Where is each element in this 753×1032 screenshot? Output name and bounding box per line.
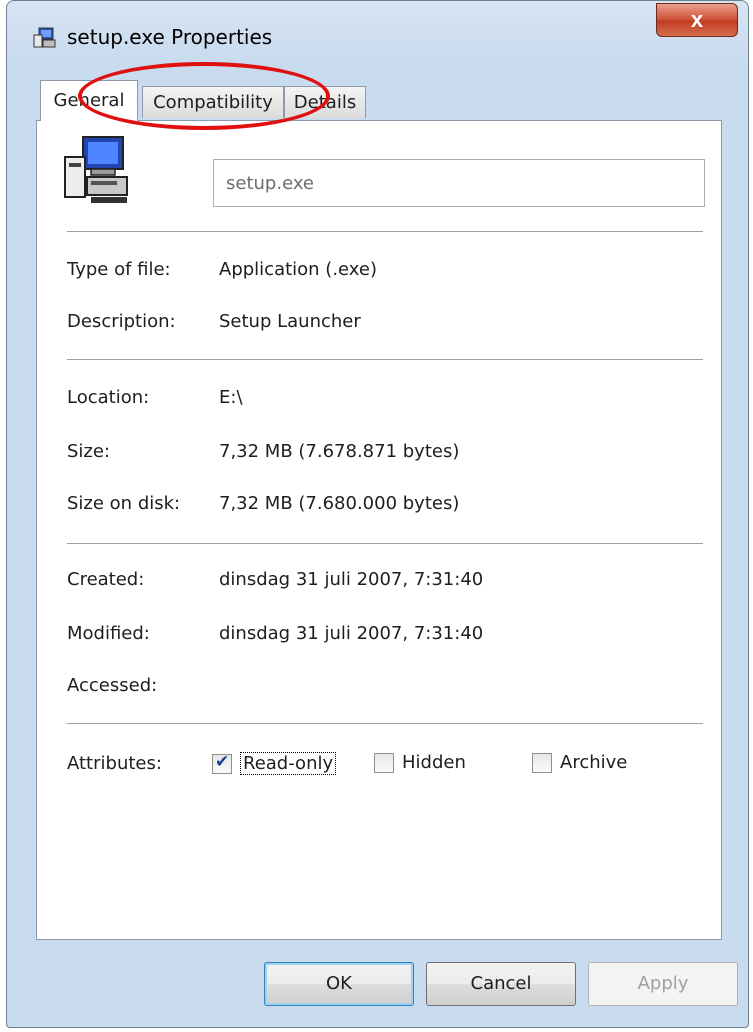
type-of-file-label: Type of file:	[67, 259, 171, 280]
location-value: E:\	[219, 387, 243, 408]
hidden-checkbox[interactable]: Hidden	[374, 752, 466, 773]
tab-details[interactable]: Details	[284, 86, 366, 118]
close-button[interactable]: x	[656, 3, 738, 37]
installer-icon	[33, 27, 56, 48]
file-name-field[interactable]	[213, 159, 705, 207]
window-title: setup.exe Properties	[67, 25, 273, 49]
size-label: Size:	[67, 441, 111, 462]
description-label: Description:	[67, 311, 176, 332]
modified-value: dinsdag 31 juli 2007, 7:31:40	[219, 623, 484, 644]
setup-computer-icon	[64, 136, 128, 203]
attributes-label: Attributes:	[67, 753, 162, 774]
separator	[67, 231, 703, 232]
tab-compatibility[interactable]: Compatibility	[142, 86, 284, 118]
close-icon: x	[690, 7, 704, 32]
archive-checkbox[interactable]: Archive	[532, 752, 627, 773]
checkbox-unchecked-icon[interactable]	[374, 752, 394, 773]
separator	[67, 543, 703, 544]
size-on-disk-label: Size on disk:	[67, 493, 181, 514]
checkbox-checked-icon[interactable]	[212, 752, 232, 774]
apply-button[interactable]: Apply	[588, 962, 738, 1006]
hidden-label: Hidden	[402, 752, 466, 773]
read-only-label: Read-only	[240, 752, 337, 775]
separator	[67, 359, 703, 360]
size-value: 7,32 MB (7.678.871 bytes)	[219, 441, 460, 462]
type-of-file-value: Application (.exe)	[219, 259, 377, 280]
size-on-disk-value: 7,32 MB (7.680.000 bytes)	[219, 493, 460, 514]
general-tab-panel: Type of file: Application (.exe) Descrip…	[36, 120, 722, 940]
archive-label: Archive	[560, 752, 628, 773]
tab-general[interactable]: General	[40, 80, 138, 121]
cancel-button[interactable]: Cancel	[426, 962, 576, 1006]
description-value: Setup Launcher	[219, 311, 361, 332]
checkbox-unchecked-icon[interactable]	[532, 752, 552, 773]
location-label: Location:	[67, 387, 150, 408]
created-value: dinsdag 31 juli 2007, 7:31:40	[219, 569, 484, 590]
accessed-label: Accessed:	[67, 675, 158, 696]
read-only-checkbox[interactable]: Read-only	[212, 752, 337, 775]
modified-label: Modified:	[67, 623, 150, 644]
ok-button[interactable]: OK	[264, 962, 414, 1006]
title-bar[interactable]: setup.exe Properties	[7, 1, 748, 71]
created-label: Created:	[67, 569, 145, 590]
separator	[67, 723, 703, 724]
